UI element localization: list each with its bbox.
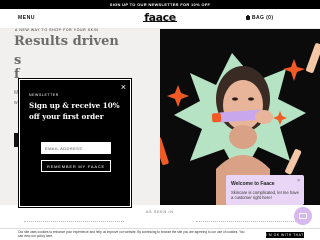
email-field[interactable] (41, 142, 111, 154)
logo-underline (143, 21, 177, 22)
bag-icon (246, 14, 250, 20)
chat-close-icon[interactable]: × (297, 178, 300, 184)
chat-title: Welcome to Faace (231, 181, 275, 187)
popup-kicker: NEWSLETTER (29, 93, 59, 97)
announcement-bar[interactable]: SIGN UP TO OUR NEWSLETTER FOR 10% OFF (0, 0, 320, 9)
site-logo[interactable]: faace (139, 11, 181, 24)
product-tube-cap (211, 112, 222, 123)
hero-body-fragment: w (14, 100, 18, 106)
divider (196, 221, 296, 222)
chat-welcome-card[interactable]: × Welcome to Faace Skincare is complicat… (226, 175, 304, 205)
chat-message: Skincare is complicated, let me have a c… (231, 190, 299, 201)
divider (24, 221, 124, 222)
orange-star-icon (167, 85, 189, 107)
logo-text: faace (144, 11, 176, 24)
popup-title-line: off your first order (29, 111, 104, 121)
press-section (0, 205, 320, 228)
bag-label: BAG (0) (252, 15, 274, 21)
popup-title-line: Sign up & receive 10% (29, 101, 120, 110)
bag-button[interactable]: BAG (0) (246, 14, 274, 21)
site-header: MENU faace BAG (0) (0, 9, 320, 29)
neck-shape (229, 125, 257, 149)
hero-heading-fragment: s (14, 53, 22, 68)
side-product (160, 137, 169, 166)
cookie-banner: Our site uses cookies to enhance your ex… (0, 228, 320, 240)
hand-shape (255, 110, 273, 124)
chat-icon (299, 213, 307, 219)
cookie-accept-button[interactable]: I'M OK WITH THAT (266, 232, 304, 238)
menu-button[interactable]: MENU (18, 15, 35, 21)
subscribe-button[interactable]: REMEMBER MY FAACE (41, 160, 111, 172)
side-product (306, 43, 320, 73)
chat-launcher-button[interactable] (294, 207, 312, 225)
hero-tagline: A NEW WAY TO SHOP FOR YOUR SKIN (15, 28, 99, 32)
cookie-text: Our site uses cookies to enhance your ex… (18, 230, 245, 239)
as-seen-in-label: AS SEEN IN (146, 210, 174, 214)
popup-title: Sign up & receive 10% off your first ord… (29, 101, 129, 123)
announcement-text[interactable]: SIGN UP TO OUR NEWSLETTER FOR 10% OFF (110, 2, 211, 7)
popup-close-icon[interactable]: × (121, 83, 126, 92)
orange-star-icon (283, 59, 305, 81)
eye-right (248, 97, 254, 101)
hero-heading: Results driven (14, 34, 119, 49)
face-shape (223, 80, 263, 130)
eye-left (232, 97, 238, 101)
hero-body-fragment: M (14, 90, 19, 96)
newsletter-popup: × NEWSLETTER Sign up & receive 10% off y… (18, 78, 132, 208)
